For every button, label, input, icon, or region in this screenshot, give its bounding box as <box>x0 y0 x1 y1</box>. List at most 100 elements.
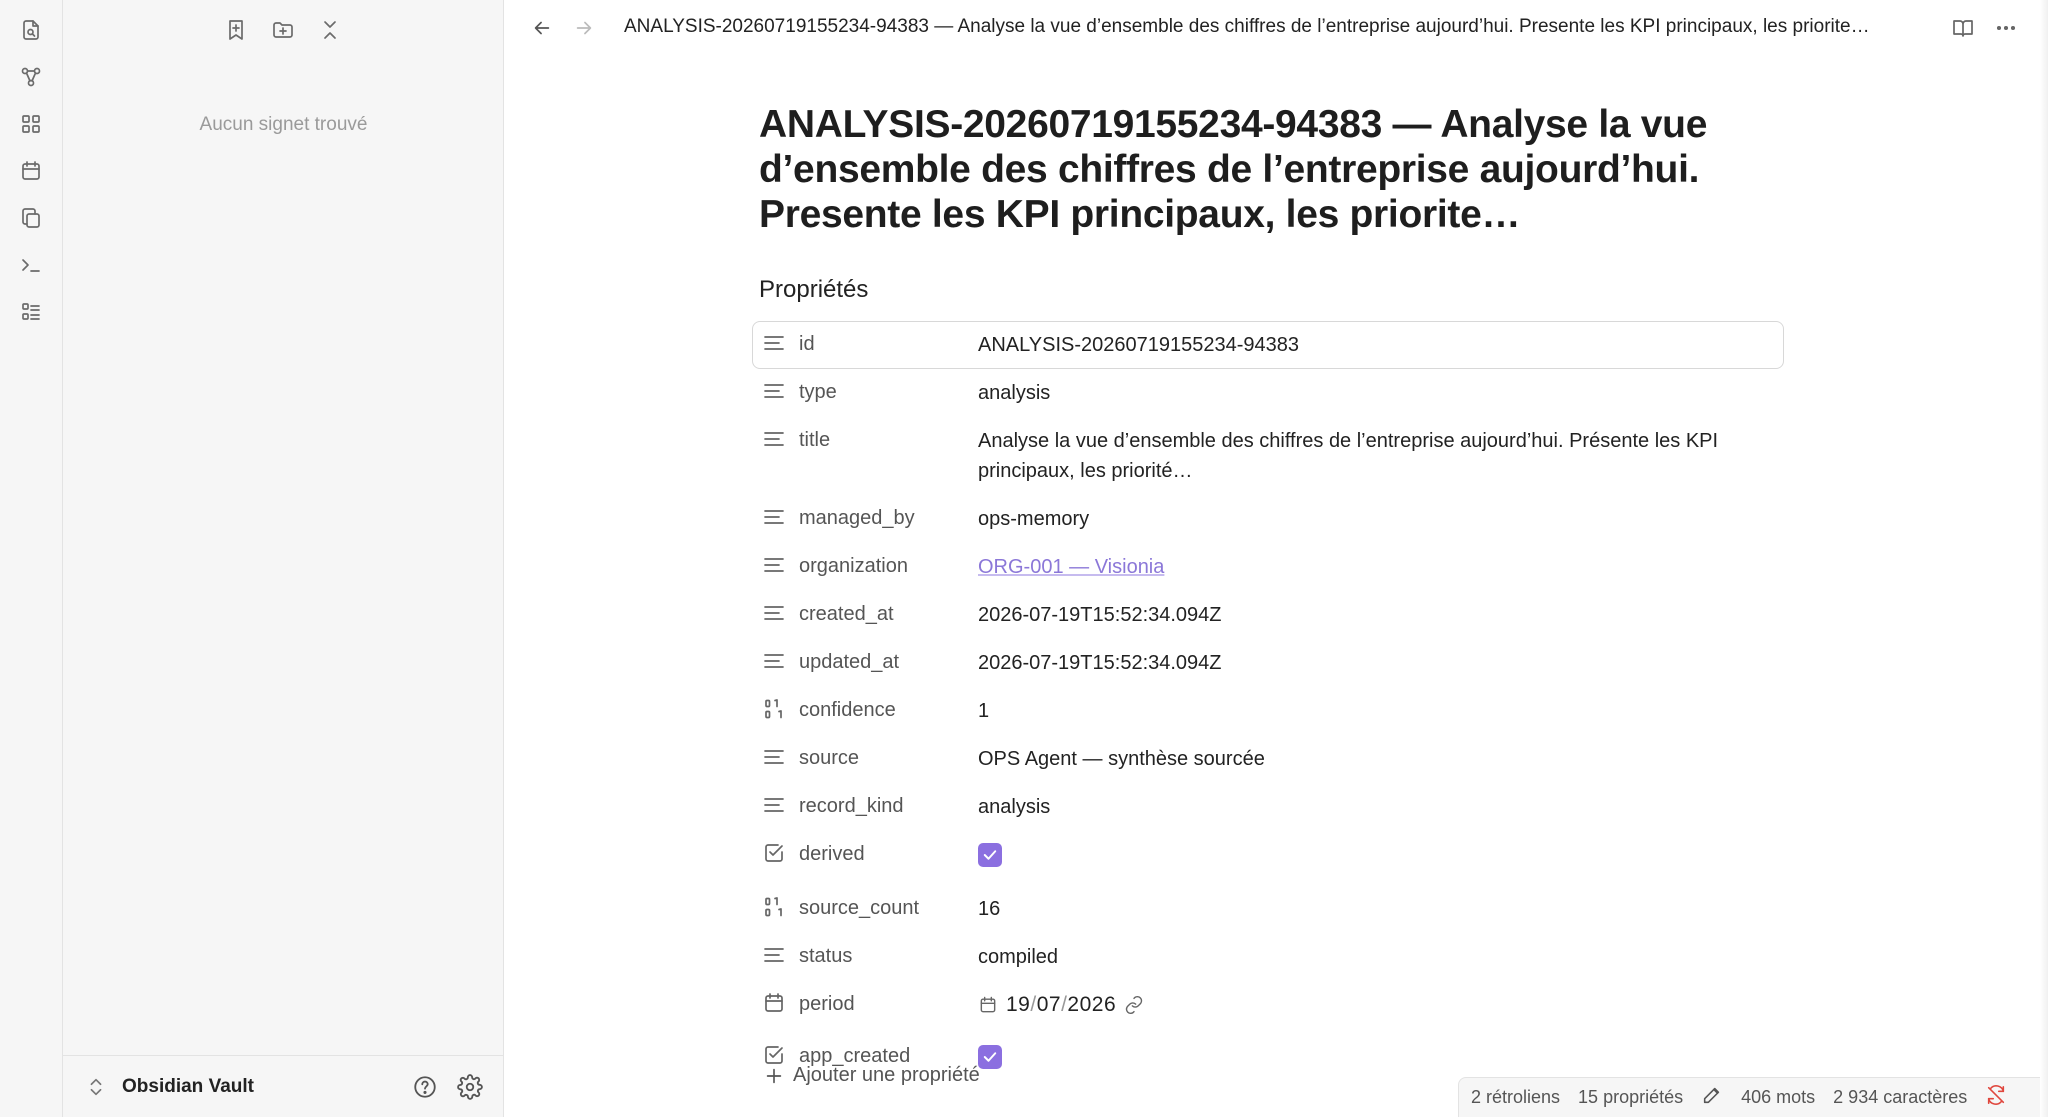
property-value[interactable]: compiled <box>978 942 1783 972</box>
number-icon[interactable] <box>761 894 787 920</box>
property-value[interactable]: OPS Agent — synthèse sourcée <box>978 744 1783 774</box>
link-icon[interactable] <box>1124 995 1144 1015</box>
properties-heading[interactable]: Propriétés <box>759 276 868 304</box>
property-key[interactable]: managed_by <box>799 504 978 532</box>
property-key[interactable]: derived <box>799 840 978 868</box>
bookmark-add-icon[interactable] <box>218 12 254 48</box>
vault-switcher[interactable]: Obsidian Vault <box>63 1055 504 1117</box>
property-value[interactable]: ops-memory <box>978 504 1783 534</box>
property-row-organization[interactable]: organization ORG-001 — Visionia <box>752 543 1784 591</box>
property-value[interactable]: 16 <box>978 894 1783 924</box>
property-key[interactable]: id <box>799 330 978 358</box>
sync-error-icon[interactable] <box>1985 1084 2007 1111</box>
property-value[interactable]: ANALYSIS-20260719155234-94383 <box>978 330 1783 360</box>
property-key[interactable]: title <box>799 426 978 454</box>
property-key[interactable]: created_at <box>799 600 978 628</box>
property-key[interactable]: updated_at <box>799 648 978 676</box>
property-row-period[interactable]: period 19/07/2026 <box>752 981 1784 1033</box>
forward-arrow-icon[interactable] <box>568 12 600 44</box>
derived-checkbox[interactable] <box>978 843 1002 867</box>
property-row-type[interactable]: type analysis <box>752 369 1784 417</box>
property-key[interactable]: type <box>799 378 978 406</box>
edit-pencil-icon[interactable] <box>1701 1084 1723 1111</box>
chevron-up-down-icon[interactable] <box>85 1076 107 1098</box>
help-icon[interactable] <box>410 1072 440 1102</box>
text-icon[interactable] <box>761 504 787 530</box>
date-input[interactable]: 19/07/2026 <box>1006 990 1116 1020</box>
text-icon[interactable] <box>761 330 787 356</box>
property-key[interactable]: source_count <box>799 894 978 922</box>
property-row-status[interactable]: status compiled <box>752 933 1784 981</box>
number-icon[interactable] <box>761 696 787 722</box>
property-row-id[interactable]: id ANALYSIS-20260719155234-94383 <box>752 321 1784 369</box>
organization-link[interactable]: ORG-001 — Visionia <box>978 556 1164 578</box>
property-value[interactable]: analysis <box>978 792 1783 822</box>
back-arrow-icon[interactable] <box>526 12 558 44</box>
text-icon[interactable] <box>761 552 787 578</box>
property-value[interactable]: ORG-001 — Visionia <box>978 552 1783 582</box>
calendar-icon[interactable] <box>761 990 787 1016</box>
vault-name[interactable]: Obsidian Vault <box>122 1076 254 1098</box>
text-icon[interactable] <box>761 426 787 452</box>
property-value[interactable]: 1 <box>978 696 1783 726</box>
property-row-confidence[interactable]: confidence 1 <box>752 687 1784 735</box>
graph-icon[interactable] <box>13 59 49 95</box>
folder-add-icon[interactable] <box>265 12 301 48</box>
add-property-button[interactable]: Ajouter une propriété <box>763 1064 980 1087</box>
reading-view-book-icon[interactable] <box>1947 12 1979 44</box>
status-bar: 2 rétroliens 15 propriétés 406 mots 2 93… <box>1458 1077 2048 1117</box>
settings-gear-icon[interactable] <box>455 1072 485 1102</box>
calendar-icon[interactable] <box>13 153 49 189</box>
property-row-record-kind[interactable]: record_kind analysis <box>752 783 1784 831</box>
checkbox-icon[interactable] <box>761 840 787 866</box>
empty-bookmarks-text: Aucun signet trouvé <box>199 114 368 135</box>
text-icon[interactable] <box>761 792 787 818</box>
property-value[interactable]: Analyse la vue d’ensemble des chiffres d… <box>978 426 1783 486</box>
page-title[interactable]: ANALYSIS-20260719155234-94383 — Analyse … <box>759 102 1784 237</box>
property-row-created-at[interactable]: created_at 2026-07-19T15:52:34.094Z <box>752 591 1784 639</box>
calendar-icon[interactable] <box>978 995 998 1015</box>
file-search-icon[interactable] <box>13 12 49 48</box>
property-value[interactable] <box>978 1042 1783 1078</box>
property-row-source[interactable]: source OPS Agent — synthèse sourcée <box>752 735 1784 783</box>
property-row-managed-by[interactable]: managed_by ops-memory <box>752 495 1784 543</box>
note-content: ANALYSIS-20260719155234-94383 — Analyse … <box>759 102 1784 237</box>
property-row-updated-at[interactable]: updated_at 2026-07-19T15:52:34.094Z <box>752 639 1784 687</box>
property-key[interactable]: record_kind <box>799 792 978 820</box>
list-icon[interactable] <box>13 294 49 330</box>
property-key[interactable]: period <box>799 990 978 1018</box>
grid-icon[interactable] <box>13 106 49 142</box>
text-icon[interactable] <box>761 378 787 404</box>
text-icon[interactable] <box>761 648 787 674</box>
property-key[interactable]: organization <box>799 552 978 580</box>
character-count[interactable]: 2 934 caractères <box>1833 1087 1967 1108</box>
word-count[interactable]: 406 mots <box>1741 1087 1815 1108</box>
property-key[interactable]: confidence <box>799 696 978 724</box>
text-icon[interactable] <box>761 600 787 626</box>
property-row-title[interactable]: title Analyse la vue d’ensemble des chif… <box>752 417 1784 495</box>
property-value[interactable]: analysis <box>978 378 1783 408</box>
ribbon <box>0 0 63 1117</box>
properties-count[interactable]: 15 propriétés <box>1578 1087 1683 1108</box>
app-created-checkbox[interactable] <box>978 1045 1002 1069</box>
backlinks-count[interactable]: 2 rétroliens <box>1471 1087 1560 1108</box>
check-icon <box>983 850 997 860</box>
add-property-label[interactable]: Ajouter une propriété <box>793 1064 980 1087</box>
property-value[interactable] <box>978 840 1783 876</box>
property-row-derived[interactable]: derived <box>752 831 1784 885</box>
text-icon[interactable] <box>761 744 787 770</box>
property-value[interactable]: 19/07/2026 <box>978 990 1783 1024</box>
property-value[interactable]: 2026-07-19T15:52:34.094Z <box>978 648 1783 678</box>
collapse-icon[interactable] <box>312 12 348 48</box>
property-row-source-count[interactable]: source_count 16 <box>752 885 1784 933</box>
property-key[interactable]: status <box>799 942 978 970</box>
more-options-icon[interactable] <box>1990 12 2022 44</box>
check-icon <box>983 1052 997 1062</box>
copy-icon[interactable] <box>13 200 49 236</box>
property-key[interactable]: source <box>799 744 978 772</box>
plus-icon <box>766 1068 782 1083</box>
property-value[interactable]: 2026-07-19T15:52:34.094Z <box>978 600 1783 630</box>
text-icon[interactable] <box>761 942 787 968</box>
bookmarks-sidebar: Aucun signet trouvé Obsidian Vault <box>63 0 504 1117</box>
terminal-icon[interactable] <box>13 247 49 283</box>
